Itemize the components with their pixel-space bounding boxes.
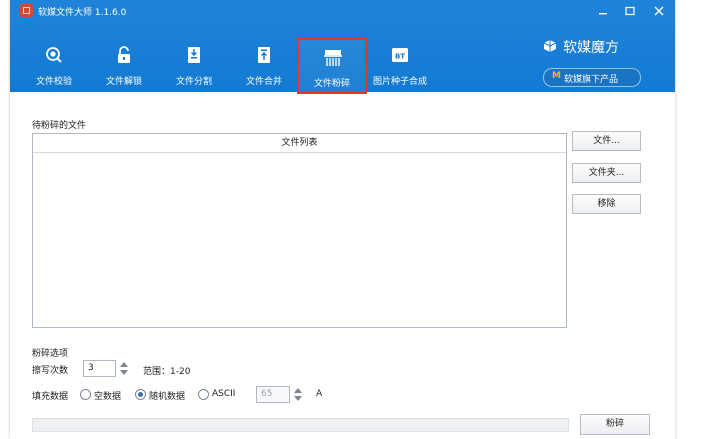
spin-down-icon [120,370,128,375]
shred-progress-bar [32,418,569,432]
toolbar-file-split[interactable]: 文件分割 [163,36,225,88]
overwrite-count-label: 擦写次数 [32,366,69,376]
add-file-button[interactable]: 文件... [572,131,641,151]
fill-empty-label[interactable]: 空数据 [94,389,121,402]
ascii-code-value: 65 [261,389,273,399]
overwrite-count-value: 3 [88,363,94,373]
bt-badge-text: BT [395,53,405,61]
cube-logo-icon [543,39,557,53]
shred-button[interactable]: 粉碎 [580,414,650,435]
fill-empty-radio[interactable] [80,389,91,400]
toolbar-label: 文件校验 [35,77,72,87]
brand-button-label: 软媒旗下产品 [564,75,619,85]
toolbar-file-unlock[interactable]: 文件解锁 [93,36,155,88]
column-header-file-list[interactable]: 文件列表 [33,134,566,153]
spin-down-icon [294,396,302,401]
fill-data-label: 填充数据 [32,392,69,402]
toolbar-image-torrent[interactable]: BT 图片种子合成 [369,36,431,88]
ascii-char-label: A [316,389,323,399]
brand-products-button[interactable]: M 软媒旗下产品 [543,68,641,87]
fill-random-radio[interactable] [135,389,146,400]
file-merge-icon [255,46,273,64]
toolbar-label: 文件粉碎 [313,79,350,89]
toolbar-file-verify[interactable]: 文件校验 [23,36,85,88]
toolbar-label: 图片种子合成 [372,77,427,87]
spin-up-icon [120,362,128,367]
header: 软媒文件大师 1.1.6.0 文件校验 文件解锁 文件分割 文件合并 文件粉碎 … [10,0,675,94]
toolbar-file-shred[interactable]: 文件粉碎 [297,38,367,94]
overwrite-count-spinner[interactable] [117,360,131,377]
app-window: 软媒文件大师 1.1.6.0 文件校验 文件解锁 文件分割 文件合并 文件粉碎 … [10,0,675,439]
remove-button[interactable]: 移除 [572,194,641,214]
file-split-icon [185,46,203,64]
toolbar-file-merge[interactable]: 文件合并 [233,36,295,88]
title-bar: 软媒文件大师 1.1.6.0 [10,0,675,22]
maximize-icon[interactable] [621,3,639,19]
ascii-code-input[interactable]: 65 [256,386,290,403]
bt-icon: BT [391,46,409,64]
spin-up-icon [294,388,302,393]
fill-ascii-radio[interactable] [198,389,209,400]
magnifier-icon [45,46,63,64]
overwrite-range-label: 范围：1-20 [143,367,191,377]
app-logo-icon [20,4,33,17]
toolbar-label: 文件合并 [245,77,282,87]
brand-letter: M [552,71,561,81]
overwrite-count-input[interactable]: 3 [83,360,116,377]
files-section-label: 待粉碎的文件 [32,121,87,131]
toolbar-label: 文件分割 [175,77,212,87]
file-list[interactable]: 文件列表 [32,133,567,328]
window-title: 软媒文件大师 1.1.6.0 [38,8,127,18]
fill-ascii-label[interactable]: ASCII [212,389,235,399]
minimize-icon[interactable] [594,3,612,19]
ascii-code-spinner[interactable] [291,386,305,403]
shredder-icon [323,48,342,66]
fill-random-label[interactable]: 随机数据 [149,389,185,402]
unlock-icon [115,46,133,64]
close-icon[interactable] [650,3,668,19]
options-section-label: 粉碎选项 [32,349,69,359]
toolbar-label: 文件解锁 [105,77,142,87]
add-folder-button[interactable]: 文件夹... [572,163,641,183]
brand-name: 软媒魔方 [563,40,619,56]
